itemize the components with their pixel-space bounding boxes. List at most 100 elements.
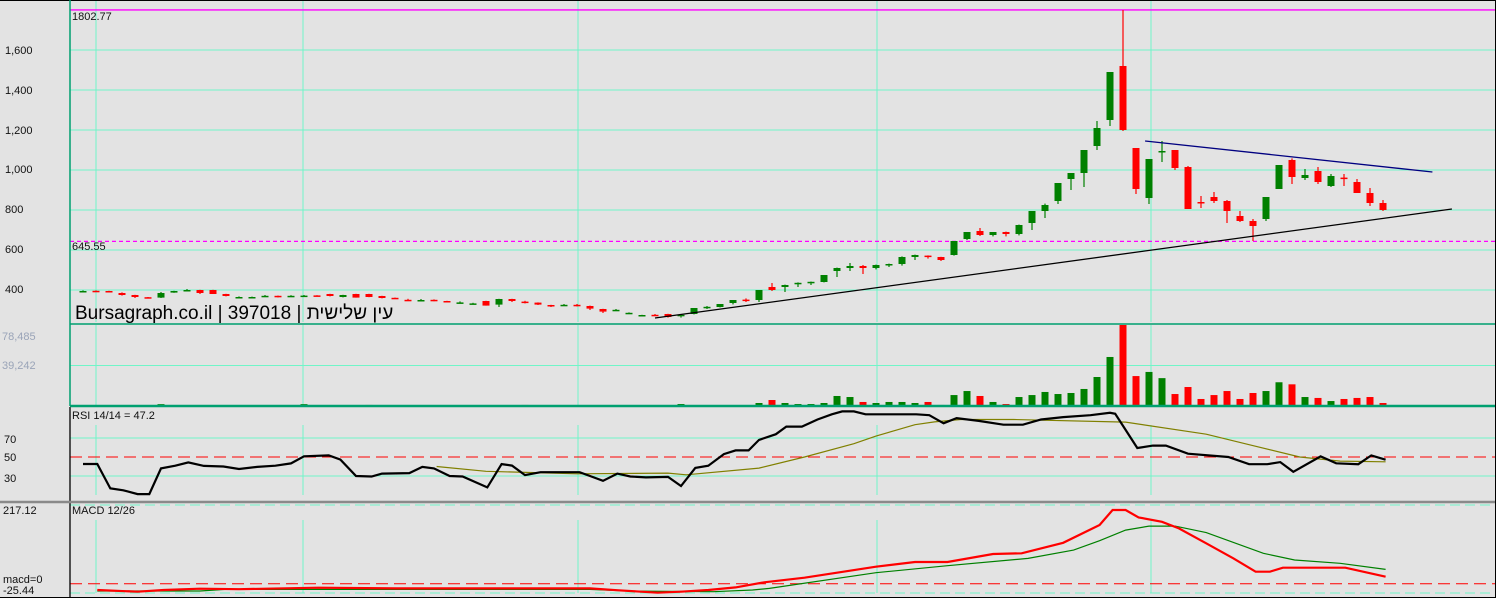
candle-up	[781, 285, 789, 287]
candle-down	[1171, 150, 1179, 168]
price-levels	[70, 9, 1495, 243]
candle-up	[638, 315, 646, 317]
candle-up	[79, 291, 87, 293]
candle-down	[1210, 197, 1218, 201]
candle-down	[976, 231, 984, 235]
macd-tick-min: -25.44	[3, 585, 34, 597]
candle-up	[807, 281, 815, 284]
candle-up	[911, 255, 919, 257]
candle-up	[794, 282, 802, 285]
grid	[70, 1, 1495, 594]
candle-down	[1223, 201, 1231, 211]
candle-down	[1366, 193, 1374, 203]
rsi-line	[83, 410, 1386, 496]
candle-up	[1093, 128, 1101, 146]
volume-bar	[950, 395, 958, 406]
candle-up	[989, 232, 997, 235]
axis-labels: 1,600 1,400 1,200 1,000 800 600 400 1802…	[2, 11, 393, 597]
price-tick: 600	[5, 244, 23, 256]
volume-bar	[1106, 356, 1114, 406]
volume-tick: 78,485	[2, 331, 36, 343]
candle-down	[209, 290, 217, 294]
price-tick: 1,000	[5, 164, 33, 176]
candle-up	[1275, 165, 1283, 189]
candle-up	[820, 275, 828, 282]
candle-down	[378, 296, 386, 298]
candle-up	[1327, 176, 1335, 186]
price-tick: 400	[5, 284, 23, 296]
rsi-pane	[83, 410, 1386, 496]
candle-down	[1379, 203, 1387, 210]
candle-up	[1015, 225, 1023, 234]
candle-up	[495, 299, 503, 305]
candle-down	[1340, 177, 1348, 180]
volume-bar	[1041, 391, 1049, 406]
level-label-high: 1802.77	[72, 11, 112, 23]
volume-bar	[1249, 392, 1257, 406]
candle-up	[1067, 173, 1075, 179]
candle-up	[456, 302, 464, 304]
candle-down	[1119, 66, 1127, 130]
candles	[79, 10, 1387, 318]
candle-down	[365, 294, 373, 297]
candle-down	[859, 266, 867, 268]
candle-down	[1353, 182, 1361, 193]
volume-bar	[846, 397, 854, 406]
stock-chart: 1,600 1,400 1,200 1,000 800 600 400 1802…	[0, 0, 1496, 598]
candle-up	[1054, 183, 1062, 201]
volume-bar	[963, 391, 971, 406]
candle-down	[1184, 167, 1192, 209]
candle-down	[92, 290, 100, 293]
watermark: Bursagraph.co.il | 397018 | עין שלישית	[75, 303, 393, 324]
candle-down	[1288, 160, 1296, 177]
candle-up	[963, 232, 971, 239]
candle-down	[326, 294, 334, 296]
candle-down	[313, 295, 321, 297]
price-tick: 1,600	[5, 45, 33, 57]
volume-bar	[1223, 391, 1231, 406]
volume-bar	[1288, 384, 1296, 406]
candle-down	[1314, 171, 1322, 182]
candle-down	[1236, 216, 1244, 221]
volume-bar	[1366, 397, 1374, 406]
candle-down	[924, 255, 932, 258]
volume-bar	[1301, 397, 1309, 406]
candle-down	[391, 297, 399, 300]
candle-up	[729, 300, 737, 303]
candle-down	[742, 299, 750, 302]
candle-down	[508, 299, 516, 301]
candle-down	[1002, 232, 1010, 234]
candle-down	[768, 287, 776, 290]
candle-up	[703, 306, 711, 309]
volume-bar	[1275, 382, 1283, 406]
candle-up	[1028, 211, 1036, 223]
candle-up	[1106, 72, 1114, 120]
volume-bar	[833, 395, 841, 406]
volume-bar	[1171, 394, 1179, 406]
candle-up	[833, 268, 841, 271]
candle-up	[287, 295, 295, 298]
volume-bar	[1158, 378, 1166, 406]
volume-bar	[976, 395, 984, 406]
candle-up	[885, 264, 893, 266]
volume-bar	[1184, 387, 1192, 406]
candle-up	[898, 257, 906, 264]
rsi-tick: 70	[4, 434, 16, 446]
price-tick: 1,200	[5, 125, 33, 137]
macd-title: MACD 12/26	[72, 505, 135, 517]
trendlines	[654, 140, 1452, 319]
candle-down	[443, 301, 451, 303]
rsi-signal-line	[436, 418, 1386, 476]
candle-down	[144, 297, 152, 299]
volume-bar	[1145, 371, 1153, 406]
level-label-low: 645.55	[72, 241, 106, 253]
candle-down	[404, 299, 412, 302]
candle-up	[1080, 150, 1088, 173]
candle-up	[469, 303, 477, 305]
candle-up	[300, 295, 308, 298]
candle-down	[131, 295, 139, 297]
candle-down	[1132, 148, 1140, 189]
candle-up	[235, 297, 243, 299]
candle-up	[872, 265, 880, 268]
candle-up	[1158, 151, 1166, 153]
